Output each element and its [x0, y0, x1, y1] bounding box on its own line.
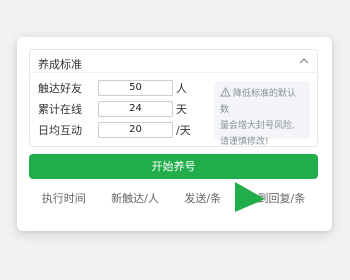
- field-unit: /天: [176, 124, 191, 137]
- field-row-interaction: 日均互动 20 /天: [38, 121, 191, 139]
- arrow-pointer-icon: [235, 182, 265, 212]
- warning-box: 降低标准的默认数 量会增大封号风险, 请谨慎修改!: [214, 81, 310, 147]
- field-unit: 天: [176, 103, 187, 116]
- warning-text-3: 请谨慎修改!: [220, 137, 269, 147]
- field-unit: 人: [176, 82, 187, 95]
- stat-new-reach: 新触达/人: [111, 192, 159, 205]
- warning-line-1: 降低标准的默认数: [220, 86, 304, 118]
- start-button[interactable]: 开始养号: [29, 154, 318, 179]
- field-row-online: 累计在线 24 天: [38, 100, 187, 118]
- standards-panel: 养成标准 触达好友 50 人 累计在线 24 天 日均互动 20 /天 降低标准…: [29, 49, 318, 147]
- online-days-input[interactable]: 24: [98, 101, 173, 117]
- stat-sent: 发送/条: [184, 192, 222, 205]
- field-label: 日均互动: [38, 124, 82, 137]
- warning-text-1: 降低标准的默认数: [220, 89, 297, 115]
- stats-bar: 执行时间 新触达/人 发送/条 收到回复/条: [29, 187, 318, 209]
- stat-exec-time: 执行时间: [41, 192, 86, 205]
- field-label: 触达好友: [38, 82, 82, 95]
- field-row-reach: 触达好友 50 人: [38, 79, 187, 97]
- warning-text-2: 量会增大封号风险,: [220, 121, 295, 131]
- chevron-up-icon[interactable]: [297, 54, 311, 68]
- raise-account-card: 养成标准 触达好友 50 人 累计在线 24 天 日均互动 20 /天 降低标准…: [17, 37, 332, 231]
- panel-title: 养成标准: [38, 58, 82, 71]
- field-label: 累计在线: [38, 103, 82, 116]
- reach-friends-input[interactable]: 50: [98, 80, 173, 96]
- daily-interaction-input[interactable]: 20: [98, 122, 173, 138]
- panel-divider: [30, 72, 317, 73]
- warning-triangle-icon: [220, 87, 231, 97]
